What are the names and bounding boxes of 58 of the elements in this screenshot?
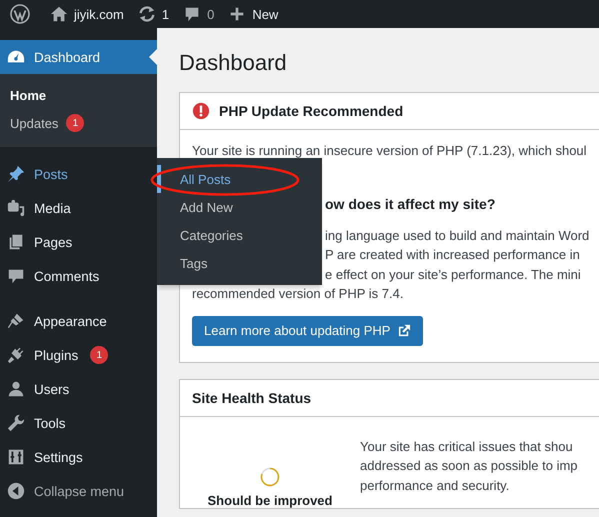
menu-item[interactable]: Users — [0, 372, 157, 406]
flyout-item[interactable]: Tags — [157, 249, 322, 277]
pages-icon — [7, 233, 25, 251]
count-badge: 1 — [66, 114, 84, 132]
menu-item[interactable]: Media — [0, 191, 157, 225]
current-pointer-icon — [149, 49, 157, 65]
new-link[interactable]: New — [228, 5, 278, 23]
menu-item[interactable]: Dashboard — [0, 40, 157, 74]
notice-text: e effect on your site’s performance. The mini — [325, 266, 582, 284]
paintbrush-icon — [7, 312, 25, 330]
progress-ring-icon — [260, 466, 280, 486]
notice-text: Your site is running an insecure version of PHP (7.1.23), which shoul — [192, 142, 588, 160]
new-label: New — [252, 6, 278, 22]
menu-item[interactable]: Posts — [0, 157, 157, 191]
wrench-icon — [7, 414, 25, 432]
site-name: jiyik.com — [74, 6, 124, 22]
menu-item[interactable]: Pages — [0, 225, 157, 259]
submenu-item[interactable]: Home — [0, 81, 157, 109]
plug-icon — [7, 346, 25, 364]
page-title: Dashboard — [179, 50, 288, 76]
left-arrow-circle-icon — [7, 482, 25, 500]
sliders-icon — [7, 448, 25, 466]
comments-link[interactable]: 0 — [183, 5, 214, 23]
flyout-item[interactable]: All Posts — [157, 165, 322, 193]
menu-item[interactable]: Plugins 1 — [0, 338, 157, 372]
plus-icon — [228, 5, 246, 23]
notice-text: P are created with increased performance in — [325, 246, 581, 264]
updates-count: 1 — [162, 6, 170, 22]
updates-link[interactable]: 1 — [138, 5, 170, 23]
speech-bubble-icon — [183, 5, 202, 23]
exclamation-icon — [192, 102, 210, 120]
menu-item[interactable]: Appearance — [0, 304, 157, 338]
menu-item[interactable]: Comments — [0, 259, 157, 293]
health-description: Your site has critical issues that shou addressed as soon as possible to imp performance and security. — [360, 438, 579, 495]
section-heading: ow does it affect my site? — [325, 196, 496, 212]
speech-bubble-icon — [7, 267, 25, 285]
learn-more-button[interactable]: Learn more about updating PHP — [192, 316, 424, 346]
external-link-icon — [398, 324, 412, 337]
pin-icon — [7, 165, 25, 183]
person-icon — [7, 380, 25, 398]
menu-item[interactable]: Settings — [0, 440, 157, 474]
camera-icon — [7, 199, 25, 217]
home-icon — [50, 5, 68, 23]
count-badge: 1 — [90, 346, 108, 364]
submenu-item[interactable]: Updates 1 — [0, 109, 157, 137]
notice-text: ing language used to build and maintain Word — [325, 226, 590, 245]
card-title: Site Health Status — [192, 390, 312, 406]
wordpress-logo-icon[interactable] — [10, 4, 30, 24]
menu-item[interactable]: Tools — [0, 406, 157, 440]
flyout-item[interactable]: Categories — [157, 221, 322, 249]
card-title: PHP Update Recommended — [219, 103, 404, 119]
refresh-icon — [138, 5, 156, 23]
collapse-menu-button[interactable]: Collapse menu — [0, 474, 157, 508]
health-status: Should be improved — [208, 492, 332, 508]
flyout-item[interactable]: Add New — [157, 193, 322, 221]
notice-text: recommended version of PHP is 7.4. — [192, 285, 404, 303]
comments-count: 0 — [207, 6, 214, 22]
site-link[interactable]: jiyik.com — [50, 5, 124, 23]
